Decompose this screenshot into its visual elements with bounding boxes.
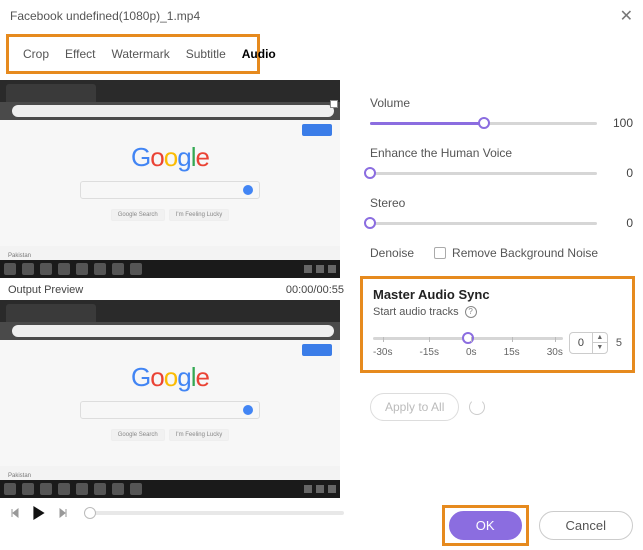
apply-to-all-button[interactable]: Apply to All [370,393,459,421]
stereo-thumb[interactable] [364,217,376,229]
sync-slider[interactable]: -30s -15s 0s 15s 30s [373,333,563,353]
remove-bg-checkbox[interactable] [434,247,446,259]
enhance-voice-label: Enhance the Human Voice [370,146,633,160]
titlebar: Facebook undefined(1080p)_1.mp4 ✕ [0,0,643,30]
playback-thumb[interactable] [84,507,96,519]
sync-ticks: -30s -15s 0s 15s 30s [373,347,563,358]
sync-subtitle: Start audio tracks [373,306,459,318]
ok-highlight: OK [442,505,529,546]
google-logo: Google [0,362,340,393]
close-icon[interactable]: ✕ [620,6,633,26]
tab-bar: Crop Effect Watermark Subtitle Audio [9,37,257,71]
tab-crop[interactable]: Crop [15,41,57,67]
enhance-slider[interactable] [370,172,597,175]
sync-range-max: 5 [616,337,622,349]
stereo-slider[interactable] [370,222,597,225]
output-preview-label: Output Preview [8,284,83,296]
filename-label: Facebook undefined(1080p)_1.mp4 [10,9,200,23]
tab-effect[interactable]: Effect [57,41,103,67]
volume-slider[interactable] [370,122,597,125]
remove-bg-label: Remove Background Noise [452,246,598,260]
reset-icon[interactable] [469,399,485,415]
cancel-button[interactable]: Cancel [539,511,633,540]
enhance-value: 0 [605,166,633,180]
next-frame-icon[interactable] [56,506,70,520]
dialog-footer: OK Cancel [442,505,633,546]
tab-watermark[interactable]: Watermark [103,41,177,67]
stepper-down-icon[interactable]: ▼ [593,343,607,353]
ok-button[interactable]: OK [449,511,522,540]
sync-stepper-value: 0 [570,337,592,349]
audio-settings-panel: Volume 100 Enhance the Human Voice 0 Ste… [352,80,643,520]
sync-title: Master Audio Sync [373,287,622,302]
output-preview: Google Google SearchI'm Feeling Lucky Pa… [0,300,340,498]
playback-controls [0,500,352,520]
master-audio-sync-section: Master Audio Sync Start audio tracks ? -… [360,276,635,373]
stepper-up-icon[interactable]: ▲ [593,333,607,343]
tab-subtitle[interactable]: Subtitle [178,41,234,67]
stereo-label: Stereo [370,196,633,210]
crop-handle-icon[interactable] [330,100,338,108]
output-info-bar: Output Preview 00:00/00:55 [0,280,352,300]
denoise-row: Denoise Remove Background Noise [370,246,633,260]
timecode-label: 00:00/00:55 [286,284,344,296]
enhance-thumb[interactable] [364,167,376,179]
help-icon[interactable]: ? [465,306,477,318]
play-icon[interactable] [32,506,46,520]
volume-value: 100 [605,116,633,130]
stereo-value: 0 [605,216,633,230]
playback-slider[interactable] [84,511,344,515]
tab-audio[interactable]: Audio [234,41,284,67]
source-preview: Google Google SearchI'm Feeling Lucky Pa… [0,80,340,278]
tabs-highlight: Crop Effect Watermark Subtitle Audio [6,34,260,74]
denoise-label: Denoise [370,246,414,260]
preview-column: Google Google SearchI'm Feeling Lucky Pa… [0,80,352,520]
google-logo: Google [0,142,340,173]
volume-thumb[interactable] [478,117,490,129]
volume-label: Volume [370,96,633,110]
sync-stepper[interactable]: 0 ▲ ▼ [569,332,608,354]
prev-frame-icon[interactable] [8,506,22,520]
